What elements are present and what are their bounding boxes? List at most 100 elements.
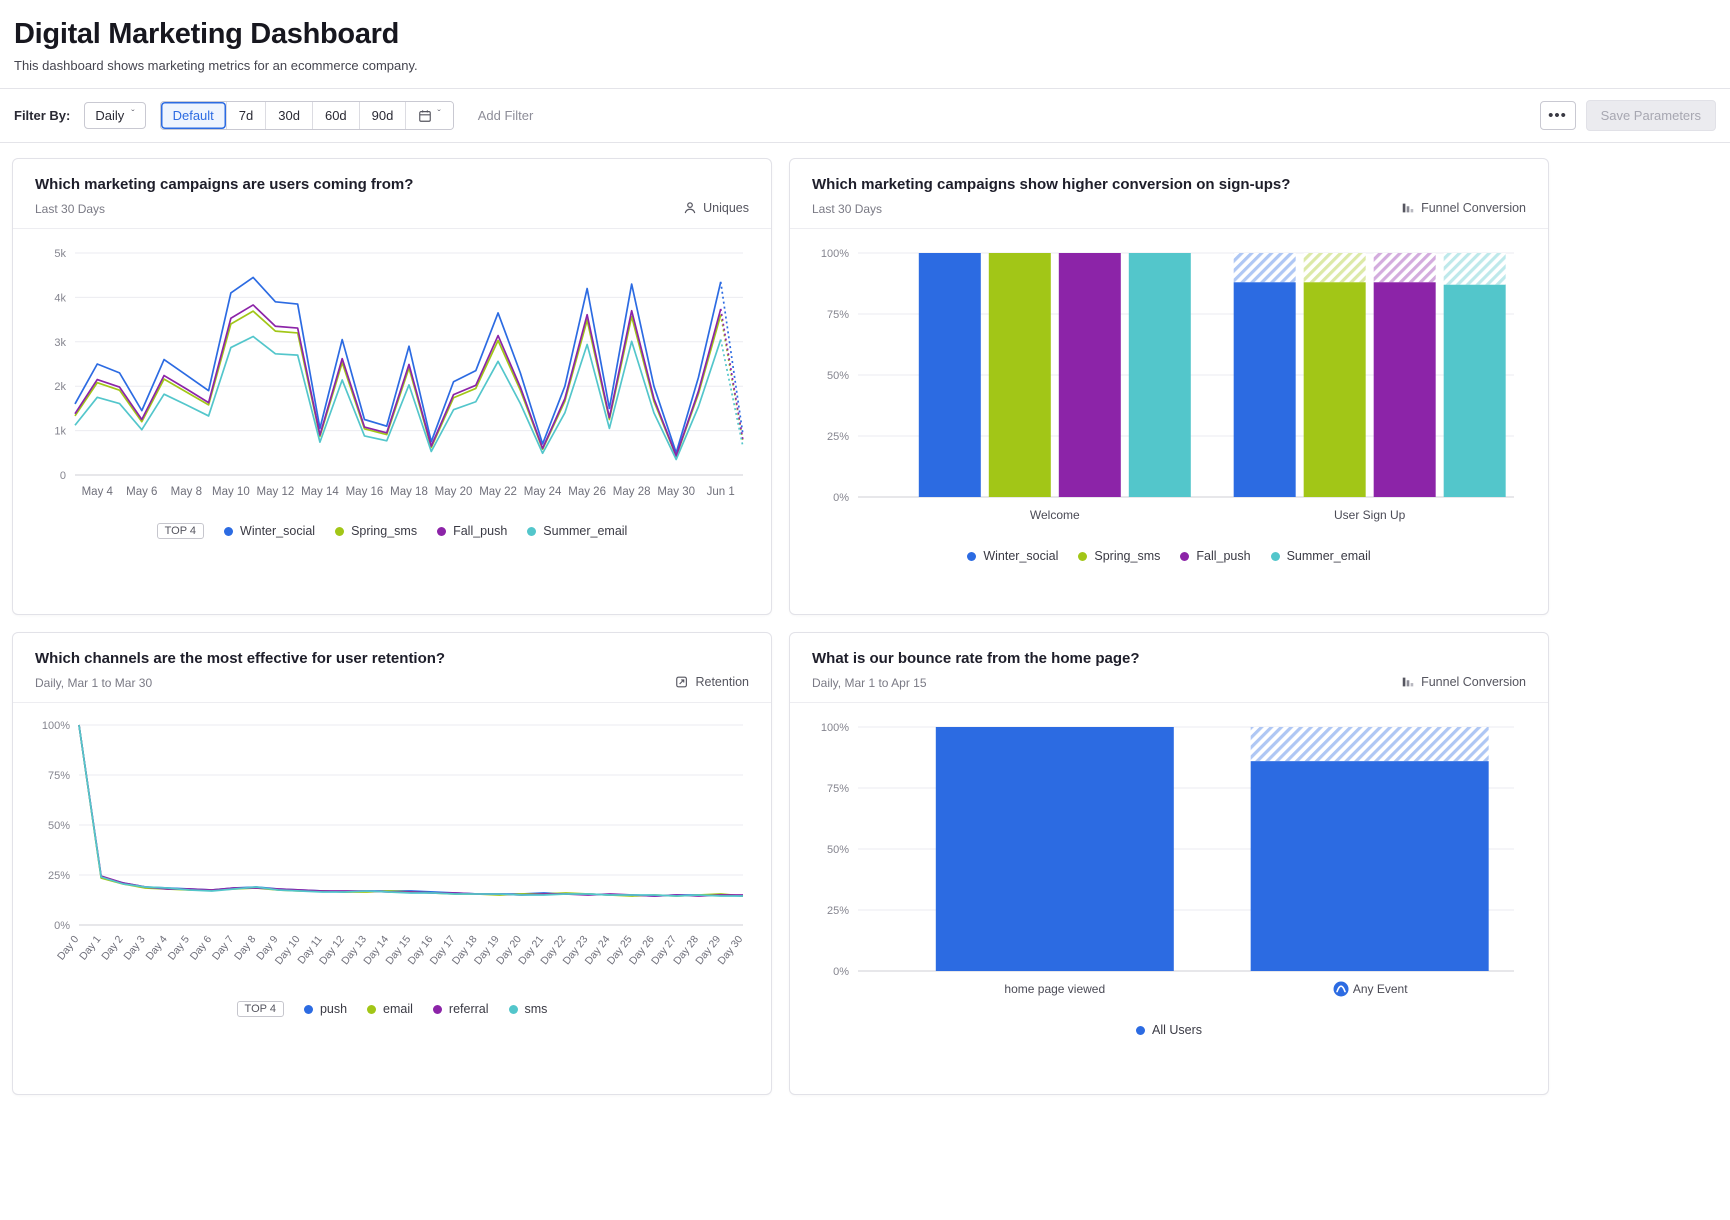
- svg-text:May 18: May 18: [390, 486, 428, 498]
- dashboard-grid: Which marketing campaigns are users comi…: [12, 158, 1730, 1095]
- legend-item-winter_social[interactable]: Winter_social: [967, 549, 1058, 563]
- filter-by-label: Filter By:: [14, 108, 70, 123]
- legend-item-referral[interactable]: referral: [433, 1002, 489, 1016]
- svg-text:Jun 1: Jun 1: [707, 486, 735, 498]
- chart-mode[interactable]: Uniques: [683, 201, 749, 215]
- chart-svg[interactable]: 01k2k3k4k5kMay 4May 6May 8May 10May 12Ma…: [35, 245, 747, 505]
- bar-chart-signup-conversion[interactable]: 0%25%50%75%100%WelcomeUser Sign Up: [812, 245, 1526, 536]
- range-default-button[interactable]: Default: [161, 102, 226, 129]
- page-header: Digital Marketing Dashboard This dashboa…: [0, 0, 1730, 73]
- svg-text:home page viewed: home page viewed: [1004, 982, 1105, 996]
- range-30d-button[interactable]: 30d: [265, 102, 312, 129]
- svg-text:100%: 100%: [42, 720, 70, 732]
- legend-item-spring_sms[interactable]: Spring_sms: [335, 524, 417, 538]
- svg-text:0%: 0%: [833, 966, 849, 978]
- svg-text:May 24: May 24: [524, 486, 562, 498]
- legend-label: Winter_social: [983, 549, 1058, 563]
- chart-mode[interactable]: Funnel Conversion: [1401, 675, 1526, 689]
- chart-svg[interactable]: 0%25%50%75%100%WelcomeUser Sign Up: [812, 245, 1524, 531]
- panel-header: Which channels are the most effective fo…: [13, 633, 771, 703]
- svg-text:May 12: May 12: [257, 486, 295, 498]
- svg-text:0: 0: [60, 470, 66, 482]
- legend-dot: [527, 527, 536, 536]
- legend-item-email[interactable]: email: [367, 1002, 413, 1016]
- panel-header: Which marketing campaigns show higher co…: [790, 159, 1548, 229]
- more-options-button[interactable]: •••: [1540, 101, 1576, 130]
- legend-item-spring_sms[interactable]: Spring_sms: [1078, 549, 1160, 563]
- legend-dot: [224, 527, 233, 536]
- svg-text:3k: 3k: [54, 337, 66, 349]
- legend-dot: [367, 1005, 376, 1014]
- svg-text:Day 1: Day 1: [77, 933, 103, 962]
- legend-top-chip: TOP 4: [157, 523, 204, 539]
- legend-item-sms[interactable]: sms: [509, 1002, 548, 1016]
- legend-label: All Users: [1152, 1023, 1202, 1037]
- svg-text:5k: 5k: [54, 248, 66, 260]
- chart-legend: Winter_social Spring_sms Fall_push Summer_e…: [790, 536, 1548, 573]
- chart-svg[interactable]: 0%25%50%75%100%Day 0Day 1Day 2Day 3Day 4…: [35, 719, 747, 983]
- chart-mode[interactable]: Funnel Conversion: [1401, 201, 1526, 215]
- legend-item-fall_push[interactable]: Fall_push: [437, 524, 507, 538]
- panel-signup-conversion: Which marketing campaigns show higher co…: [789, 158, 1549, 615]
- legend-label: email: [383, 1002, 413, 1016]
- date-range-segmented: Default 7d 30d 60d 90d ˇ: [160, 101, 454, 130]
- chart-legend: All Users: [790, 1010, 1548, 1047]
- svg-text:0%: 0%: [833, 492, 849, 504]
- panel-title: Which channels are the most effective fo…: [35, 650, 445, 667]
- line-chart-campaign-uniques[interactable]: 01k2k3k4k5kMay 4May 6May 8May 10May 12Ma…: [35, 245, 749, 510]
- svg-text:0%: 0%: [54, 920, 70, 932]
- legend-item-push[interactable]: push: [304, 1002, 347, 1016]
- chart-svg[interactable]: 0%25%50%75%100%home page viewedAny Event: [812, 719, 1524, 1005]
- legend-item-fall_push[interactable]: Fall_push: [1180, 549, 1250, 563]
- svg-text:50%: 50%: [827, 370, 849, 382]
- chart-mode-label: Funnel Conversion: [1421, 201, 1526, 215]
- svg-text:May 30: May 30: [657, 486, 695, 498]
- legend-dot: [1078, 552, 1087, 561]
- add-filter-button[interactable]: Add Filter: [472, 107, 540, 124]
- legend-item-summer_email[interactable]: Summer_email: [527, 524, 627, 538]
- svg-text:May 26: May 26: [568, 486, 606, 498]
- panel-header: What is our bounce rate from the home pa…: [790, 633, 1548, 703]
- svg-text:4k: 4k: [54, 292, 66, 304]
- save-parameters-button[interactable]: Save Parameters: [1586, 100, 1716, 131]
- bar-chart-bounce-rate[interactable]: 0%25%50%75%100%home page viewedAny Event: [812, 719, 1526, 1010]
- uniques-icon: [683, 201, 697, 215]
- svg-text:Day 7: Day 7: [210, 933, 236, 962]
- panel-subtitle: Last 30 Days: [35, 202, 413, 216]
- page-title: Digital Marketing Dashboard: [14, 18, 1716, 51]
- chart-mode[interactable]: Retention: [675, 675, 749, 689]
- interval-dropdown[interactable]: Daily ˇ: [84, 102, 145, 129]
- filter-bar: Filter By: Daily ˇ Default 7d 30d 60d 90…: [0, 88, 1730, 143]
- legend-item-all-users[interactable]: All Users: [1136, 1023, 1202, 1037]
- legend-label: Fall_push: [1196, 549, 1250, 563]
- legend-dot: [1136, 1026, 1145, 1035]
- calendar-range-button[interactable]: ˇ: [405, 102, 452, 129]
- svg-text:Any Event: Any Event: [1353, 982, 1408, 996]
- panel-title: What is our bounce rate from the home pa…: [812, 650, 1140, 667]
- range-7d-button[interactable]: 7d: [226, 102, 265, 129]
- legend-item-winter_social[interactable]: Winter_social: [224, 524, 315, 538]
- svg-text:2k: 2k: [54, 381, 66, 393]
- chevron-down-icon: ˇ: [437, 110, 440, 120]
- legend-dot: [335, 527, 344, 536]
- page-subtitle: This dashboard shows marketing metrics f…: [14, 58, 1716, 73]
- svg-text:User Sign Up: User Sign Up: [1334, 508, 1406, 522]
- svg-text:75%: 75%: [827, 783, 849, 795]
- legend-dot: [1180, 552, 1189, 561]
- legend-item-summer_email[interactable]: Summer_email: [1271, 549, 1371, 563]
- retention-icon: [675, 675, 689, 689]
- svg-text:May 16: May 16: [346, 486, 384, 498]
- line-chart-retention[interactable]: 0%25%50%75%100%Day 0Day 1Day 2Day 3Day 4…: [35, 719, 749, 988]
- range-60d-button[interactable]: 60d: [312, 102, 359, 129]
- svg-text:75%: 75%: [48, 770, 70, 782]
- svg-text:May 14: May 14: [301, 486, 339, 498]
- range-90d-button[interactable]: 90d: [359, 102, 406, 129]
- svg-text:1k: 1k: [54, 426, 66, 438]
- panel-subtitle: Daily, Mar 1 to Apr 15: [812, 676, 1140, 690]
- legend-dot: [1271, 552, 1280, 561]
- panel-title: Which marketing campaigns are users comi…: [35, 176, 413, 193]
- legend-dot: [509, 1005, 518, 1014]
- svg-text:Day 4: Day 4: [144, 933, 170, 962]
- legend-dot: [304, 1005, 313, 1014]
- svg-text:25%: 25%: [827, 431, 849, 443]
